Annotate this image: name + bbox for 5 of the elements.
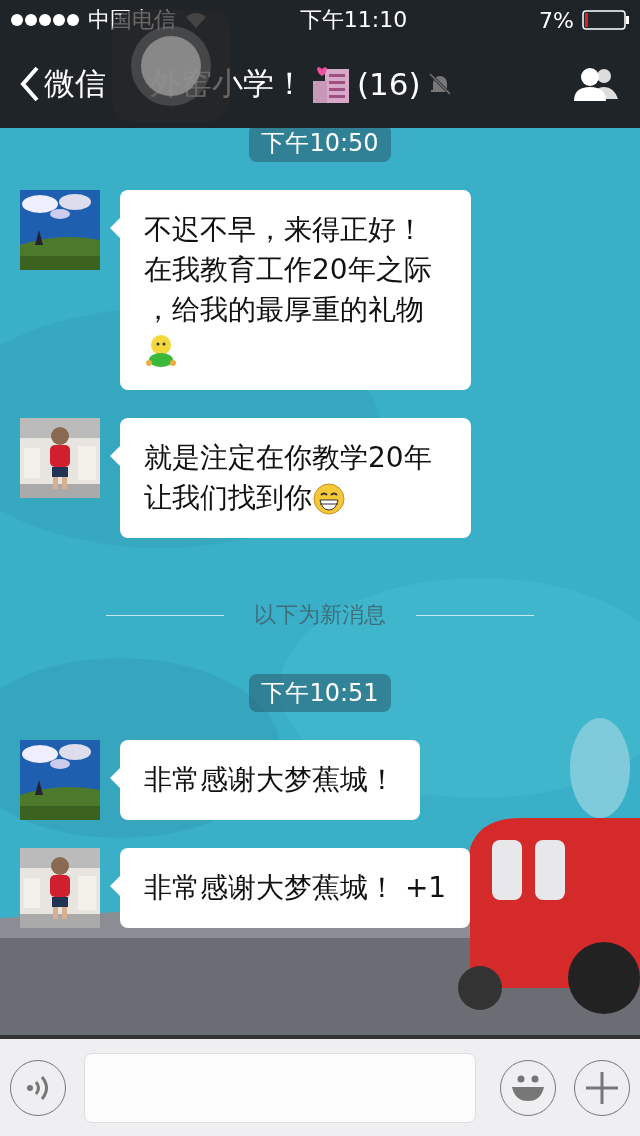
member-count: (16) — [357, 66, 421, 102]
carrier-name: 中国电信 — [88, 6, 176, 34]
battery-percent: 7% — [539, 7, 574, 33]
status-time: 下午11:10 — [299, 6, 408, 34]
back-button[interactable]: 微信 — [20, 63, 106, 105]
